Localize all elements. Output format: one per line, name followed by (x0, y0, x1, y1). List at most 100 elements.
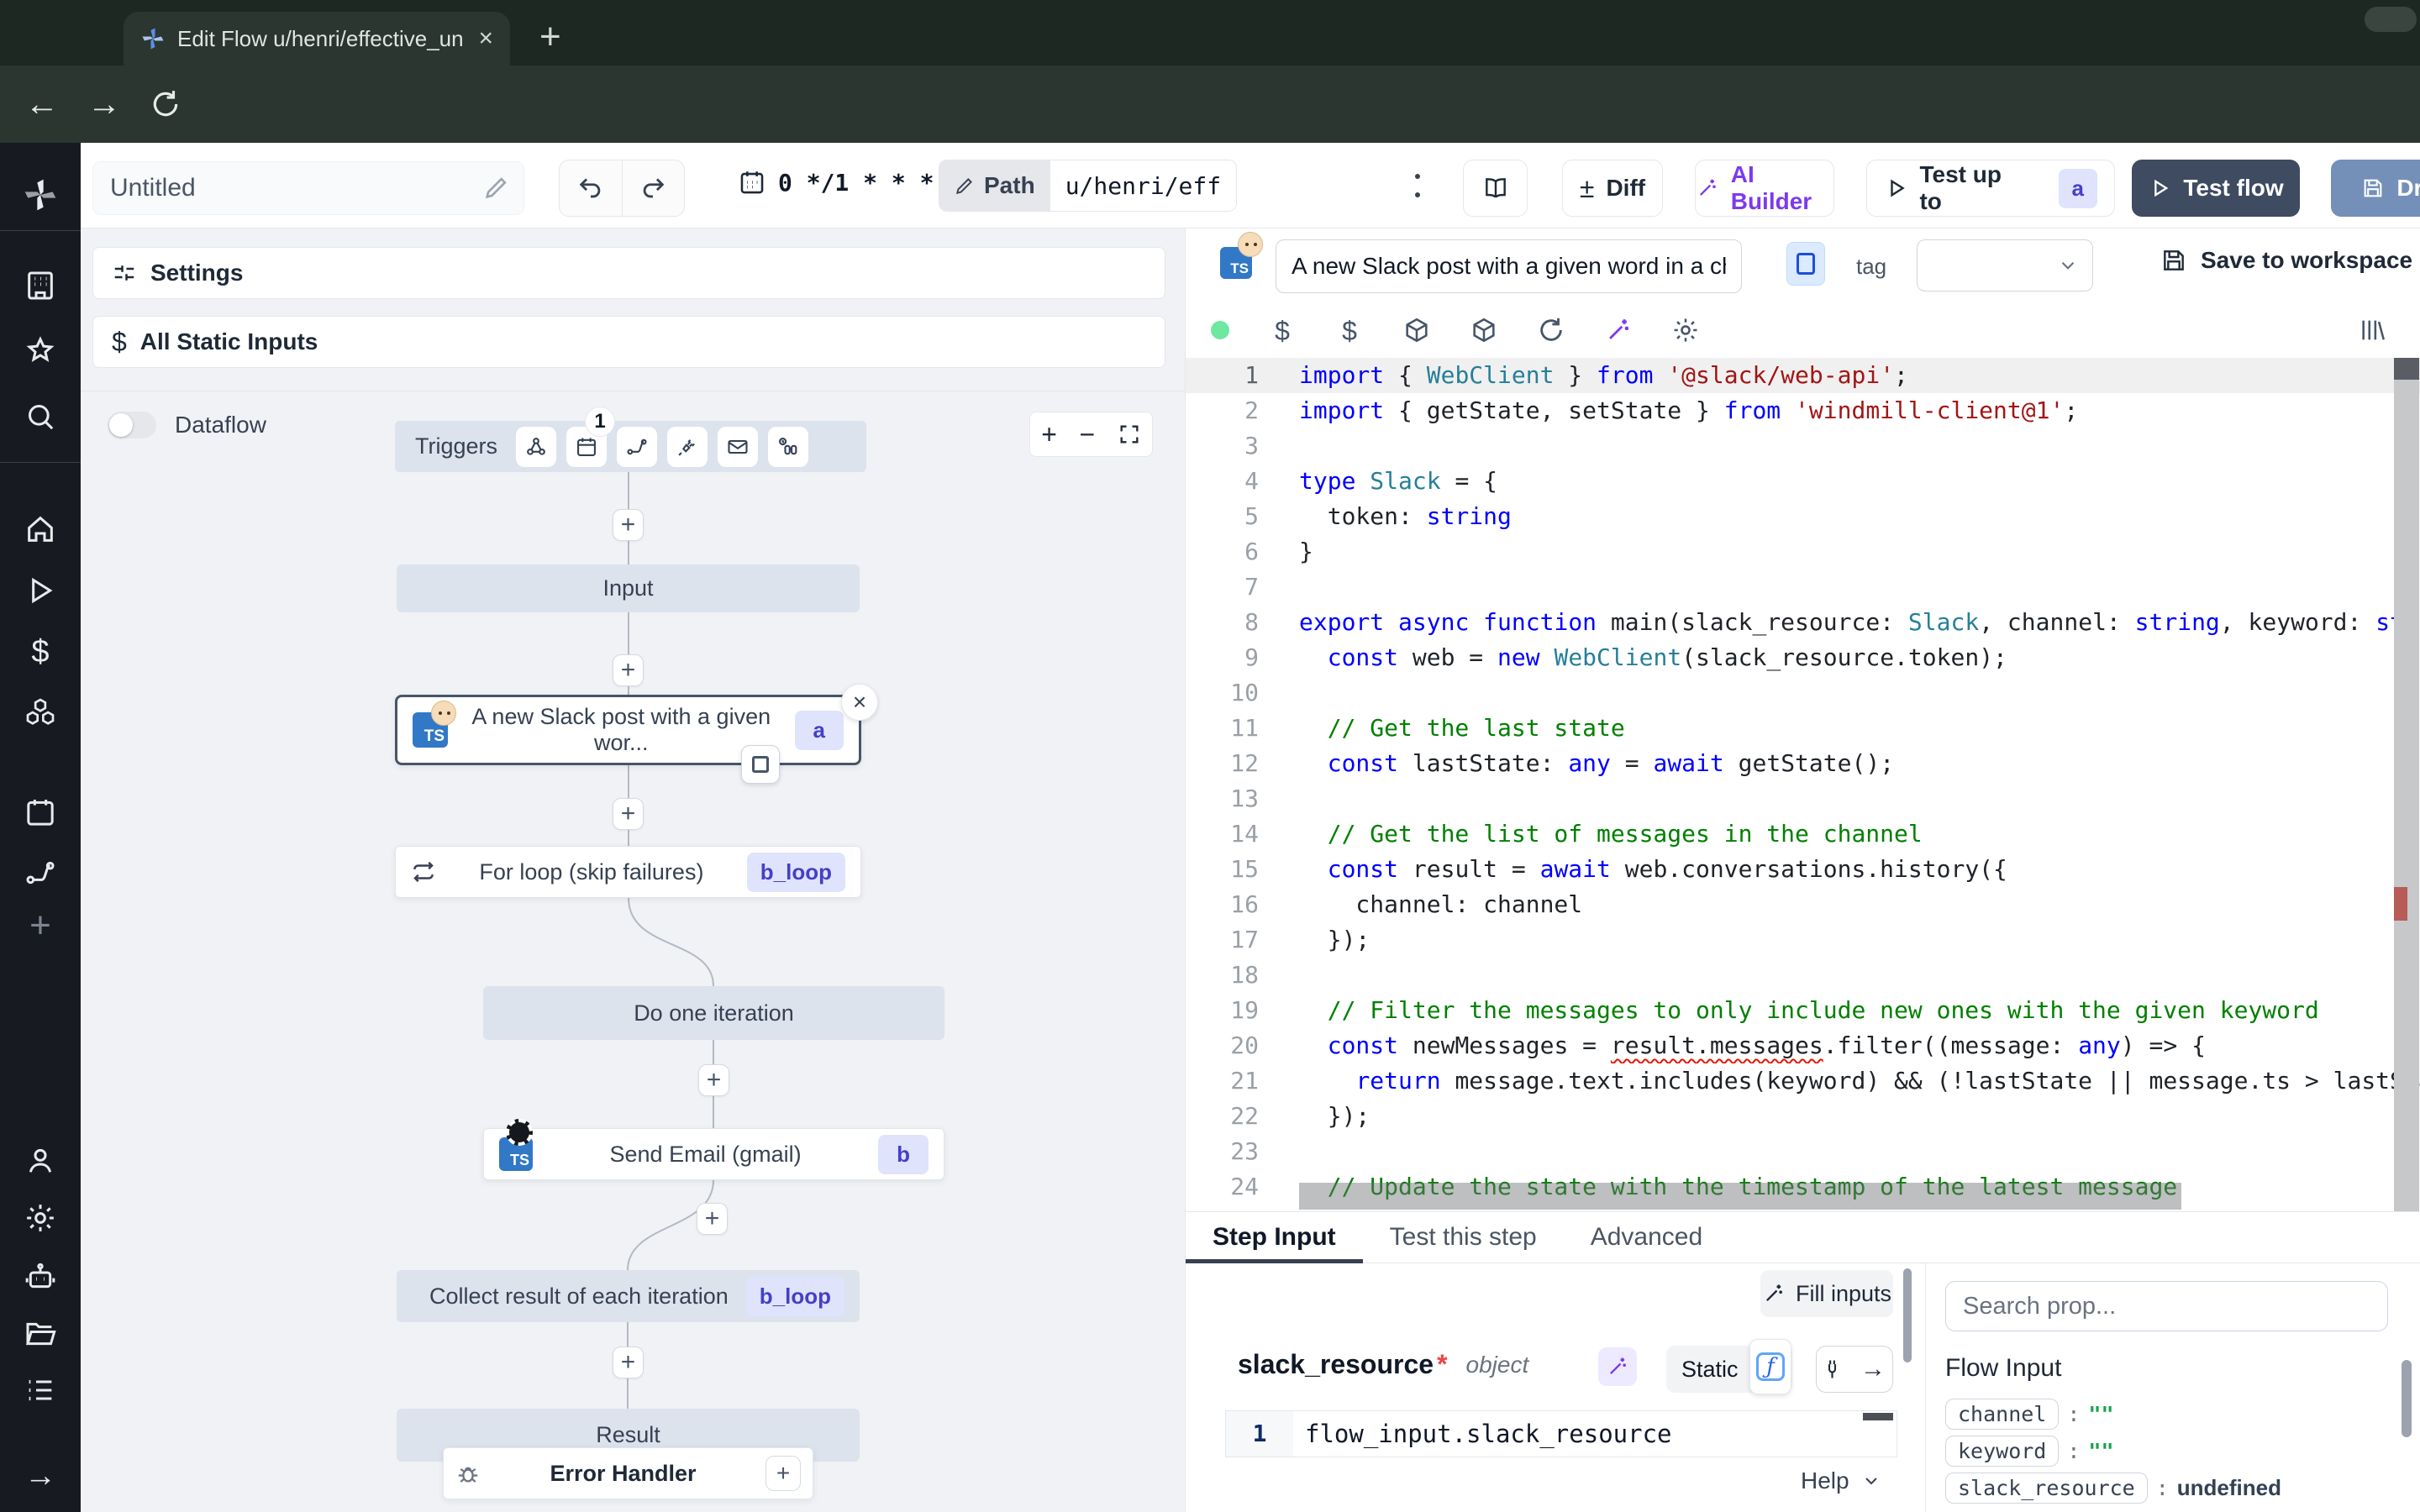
error-handler-node[interactable]: Error Handler + (443, 1447, 813, 1499)
dataflow-toggle[interactable] (108, 412, 156, 438)
flow-graph[interactable]: Dataflow + − Triggers 1 (81, 392, 1185, 1512)
package-icon[interactable] (1402, 316, 1431, 344)
websocket-plug-trigger-icon[interactable] (667, 427, 708, 467)
undo-button[interactable] (560, 160, 623, 216)
code-line[interactable]: 15 const result = await web.conversation… (1186, 852, 2420, 887)
redo-button[interactable] (623, 160, 685, 216)
schedule-trigger-icon[interactable]: 1 (566, 427, 607, 467)
routes-icon[interactable] (24, 856, 57, 890)
code-line[interactable]: 16 channel: channel (1186, 887, 2420, 922)
insert-step-button[interactable]: + (697, 1203, 728, 1235)
favorites-star-icon[interactable] (24, 334, 57, 368)
user-icon[interactable] (24, 1144, 57, 1178)
search-prop-input[interactable] (1945, 1281, 2388, 1331)
send-email-node[interactable]: TS Send Email (gmail) b (483, 1128, 944, 1180)
prop-row[interactable]: slack_resource:undefined (1945, 1470, 2399, 1505)
slack-step-node[interactable]: TS A new Slack post with a given wor... … (395, 695, 861, 765)
tag-select[interactable] (1917, 239, 2093, 291)
code-line[interactable]: 22 }); (1186, 1099, 2420, 1134)
variables-dollar-icon[interactable]: $ (24, 634, 57, 668)
code-line[interactable]: 21 return message.text.includes(keyword)… (1186, 1063, 2420, 1099)
arg-expression-editor[interactable]: 1 flow_input.slack_resource (1225, 1410, 1897, 1457)
code-line[interactable]: 14 // Get the list of messages in the ch… (1186, 816, 2420, 852)
all-static-inputs-row[interactable]: $ All Static Inputs (92, 316, 1165, 368)
prop-row[interactable]: channel:"" (1945, 1396, 2399, 1431)
step-summary-input[interactable] (1276, 239, 1742, 293)
code-line[interactable]: 10 (1186, 675, 2420, 711)
collect-result-node[interactable]: Collect result of each iteration b_loop (397, 1270, 860, 1322)
code-line[interactable]: 11 // Get the last state (1186, 711, 2420, 746)
ai-builder-button[interactable]: AI Builder (1695, 160, 1834, 217)
code-line[interactable]: 18 (1186, 958, 2420, 993)
diff-button[interactable]: ± Diff (1562, 160, 1663, 217)
library-icon[interactable] (2359, 316, 2387, 344)
forloop-node[interactable]: For loop (skip failures) b_loop (395, 846, 861, 898)
route-trigger-icon[interactable] (617, 427, 657, 467)
workers-robot-icon[interactable] (24, 1260, 57, 1294)
javascript-expr-toggle[interactable]: ƒ (1749, 1339, 1791, 1394)
new-tab-button[interactable]: + (539, 18, 561, 55)
stop-after-step-button[interactable] (741, 745, 780, 784)
code-line[interactable]: 7 (1186, 570, 2420, 605)
test-up-to-button[interactable]: Test up to a (1866, 160, 2115, 217)
delete-step-button[interactable]: × (841, 684, 878, 721)
code-line[interactable]: 1import { WebClient } from '@slack/web-a… (1186, 358, 2420, 393)
email-trigger-icon[interactable] (718, 427, 758, 467)
code-line[interactable]: 17 }); (1186, 922, 2420, 958)
search-icon[interactable] (24, 400, 57, 433)
code-line[interactable]: 6} (1186, 534, 2420, 570)
insert-step-button[interactable]: + (613, 1347, 644, 1378)
tab-test-this-step[interactable]: Test this step (1363, 1212, 1564, 1263)
reload-icon[interactable] (150, 88, 182, 120)
zoom-out-icon[interactable]: − (1079, 419, 1095, 450)
ai-fill-arg-button[interactable] (1598, 1347, 1637, 1386)
code-line[interactable]: 4type Slack = { (1186, 464, 2420, 499)
collapse-arrow-icon[interactable]: → (24, 1458, 57, 1492)
vertical-scrollbar-thumb[interactable] (2394, 358, 2419, 380)
code-line[interactable]: 3 (1186, 428, 2420, 464)
props-scrollbar[interactable] (2402, 1360, 2412, 1437)
resources-cubes-icon[interactable] (24, 696, 57, 729)
prop-row[interactable]: keyword:"" (1945, 1433, 2399, 1468)
code-editor[interactable]: 1import { WebClient } from '@slack/web-a… (1186, 358, 2420, 1211)
code-line[interactable]: 5 token: string (1186, 499, 2420, 534)
home-icon[interactable] (24, 512, 57, 546)
back-icon[interactable]: ← (25, 86, 59, 123)
add-plus-icon[interactable]: + (24, 909, 57, 942)
triggers-node[interactable]: Triggers 1 (395, 421, 866, 472)
do-one-iteration-node[interactable]: Do one iteration (483, 986, 944, 1040)
code-line[interactable]: 19 // Filter the messages to only includ… (1186, 993, 2420, 1028)
schedule-cron[interactable]: 0 */1 * * * * (738, 168, 962, 197)
code-line[interactable]: 9 const web = new WebClient(slack_resour… (1186, 640, 2420, 675)
fill-inputs-button[interactable]: Fill inputs (1760, 1270, 1893, 1317)
window-control-pill[interactable] (2365, 7, 2417, 32)
test-flow-button[interactable]: Test flow (2132, 160, 2300, 217)
zoom-in-icon[interactable]: + (1041, 419, 1057, 450)
settings-row[interactable]: Settings (92, 247, 1165, 299)
insert-step-button[interactable]: + (613, 798, 644, 830)
code-line[interactable]: 2import { getState, setState } from 'win… (1186, 393, 2420, 428)
panel-scrollbar[interactable] (1903, 1268, 1912, 1362)
webhook-trigger-icon[interactable] (516, 427, 556, 467)
insert-step-button[interactable]: + (698, 1064, 729, 1096)
windmill-logo-icon[interactable] (22, 176, 59, 213)
variables-dollar-icon[interactable]: $ (1268, 316, 1297, 344)
tab-advanced[interactable]: Advanced (1564, 1212, 1729, 1263)
package-icon[interactable] (1470, 316, 1498, 344)
input-node[interactable]: Input (397, 564, 860, 612)
docs-book-button[interactable] (1463, 160, 1528, 217)
editor-settings-gear-icon[interactable] (1671, 316, 1700, 344)
insert-step-button[interactable]: + (613, 654, 644, 686)
tab-step-input[interactable]: Step Input (1186, 1212, 1363, 1263)
code-line[interactable]: 23 (1186, 1134, 2420, 1169)
tab-close-icon[interactable]: × (478, 24, 493, 53)
horizontal-scrollbar[interactable] (1299, 1183, 2181, 1210)
workspace-building-icon[interactable] (24, 269, 57, 302)
save-to-workspace-button[interactable]: Save to workspace (2160, 247, 2412, 274)
help-link[interactable]: Help (1801, 1467, 1881, 1494)
concurrency-checkbox[interactable] (1786, 242, 1825, 286)
resources-dollar-icon[interactable]: $ (1335, 316, 1364, 344)
vertical-scrollbar-track[interactable] (2394, 358, 2419, 1211)
path-chip[interactable]: Path u/henri/eff (939, 160, 1237, 212)
folders-icon[interactable] (24, 1317, 57, 1351)
